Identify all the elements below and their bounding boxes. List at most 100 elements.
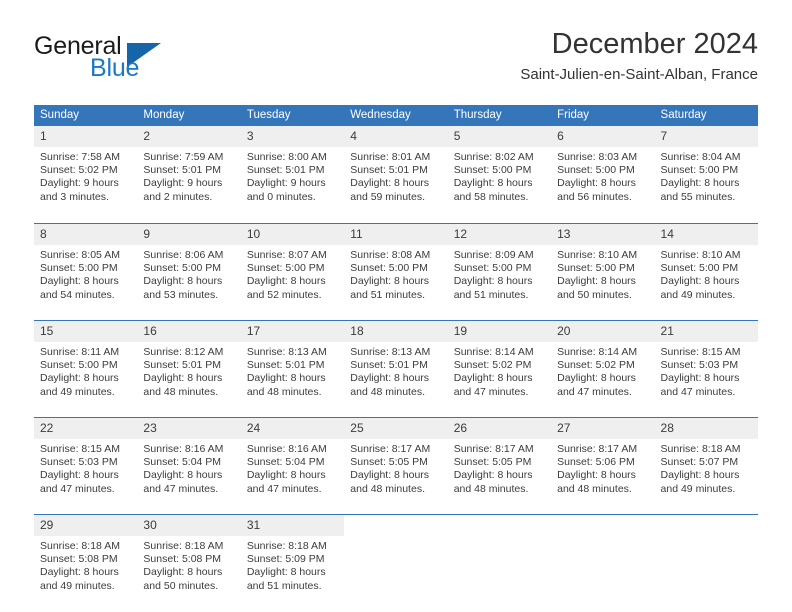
day-number: 26 [447,418,552,439]
day-cell-content [551,514,655,598]
calendar-header-row: Sunday Monday Tuesday Wednesday Thursday Frid… [34,105,758,126]
calendar-day-cell[interactable]: 29 Sunrise: 8:18 AM Sunset: 5:08 PM Dayli… [34,514,138,598]
day-number: 29 [34,515,138,536]
day-sun-info: Sunrise: 8:16 AM Sunset: 5:04 PM Dayligh… [246,443,327,495]
calendar-day-cell[interactable]: 22 Sunrise: 8:15 AM Sunset: 5:03 PM Dayli… [34,417,138,501]
day-sun-info [551,536,654,540]
day-sun-info: Sunrise: 8:12 AM Sunset: 5:01 PM Dayligh… [143,346,224,398]
week-spacer-cell [34,501,758,514]
day-sun-info: Sunrise: 8:06 AM Sunset: 5:00 PM Dayligh… [143,249,224,301]
day-cell-content: 25 Sunrise: 8:17 AM Sunset: 5:05 PM Dayli… [344,417,448,501]
day-cell-content [447,514,552,598]
day-cell-content: 10 Sunrise: 8:07 AM Sunset: 5:00 PM Dayli… [240,223,345,307]
calendar-day-cell[interactable]: 13 Sunrise: 8:10 AM Sunset: 5:00 PM Dayli… [551,223,655,307]
day-cell-content: 19 Sunrise: 8:14 AM Sunset: 5:02 PM Dayli… [447,320,552,404]
calendar-day-cell[interactable]: 4 Sunrise: 8:01 AM Sunset: 5:01 PM Daylig… [344,126,448,210]
calendar-day-cell[interactable]: 3 Sunrise: 8:00 AM Sunset: 5:01 PM Daylig… [240,126,345,210]
calendar-day-cell[interactable]: 1 Sunrise: 7:58 AM Sunset: 5:02 PM Daylig… [34,126,138,210]
week-spacer-cell [34,210,758,223]
day-sun-info: Sunrise: 7:59 AM Sunset: 5:01 PM Dayligh… [143,151,224,203]
calendar-day-cell[interactable]: 8 Sunrise: 8:05 AM Sunset: 5:00 PM Daylig… [34,223,138,307]
day-number: 27 [551,418,655,439]
calendar-day-cell[interactable]: 5 Sunrise: 8:02 AM Sunset: 5:00 PM Daylig… [447,126,552,210]
day-sun-info: Sunrise: 8:14 AM Sunset: 5:02 PM Dayligh… [557,346,638,398]
day-cell-content: 11 Sunrise: 8:08 AM Sunset: 5:00 PM Dayli… [344,223,448,307]
day-number: 24 [240,418,345,439]
week-spacer [34,210,758,223]
day-number: 28 [654,418,758,439]
week-spacer-cell [34,404,758,417]
calendar-day-cell[interactable]: 20 Sunrise: 8:14 AM Sunset: 5:02 PM Dayli… [551,320,655,404]
day-sun-info [344,536,447,540]
day-cell-content: 21 Sunrise: 8:15 AM Sunset: 5:03 PM Dayli… [654,320,758,404]
calendar-week-row: 22 Sunrise: 8:15 AM Sunset: 5:03 PM Dayli… [34,417,758,501]
day-sun-info: Sunrise: 8:14 AM Sunset: 5:02 PM Dayligh… [453,346,534,398]
calendar-day-cell[interactable]: 11 Sunrise: 8:08 AM Sunset: 5:00 PM Dayli… [344,223,448,307]
calendar-day-cell[interactable]: 30 Sunrise: 8:18 AM Sunset: 5:08 PM Dayli… [137,514,241,598]
day-cell-content: 27 Sunrise: 8:17 AM Sunset: 5:06 PM Dayli… [551,417,655,501]
day-number: 14 [654,224,758,245]
calendar-day-cell[interactable]: 28 Sunrise: 8:18 AM Sunset: 5:07 PM Dayli… [654,417,758,501]
day-sun-info: Sunrise: 8:05 AM Sunset: 5:00 PM Dayligh… [40,249,120,301]
weekday-header-sunday: Sunday [34,105,138,126]
day-sun-info [655,536,758,540]
calendar-body: 1 Sunrise: 7:58 AM Sunset: 5:02 PM Daylig… [34,126,758,598]
calendar-day-cell[interactable]: 14 Sunrise: 8:10 AM Sunset: 5:00 PM Dayli… [654,223,758,307]
calendar-day-cell[interactable]: 23 Sunrise: 8:16 AM Sunset: 5:04 PM Dayli… [137,417,241,501]
general-blue-logo: General Blue [34,32,214,88]
day-number: 9 [137,224,241,245]
calendar-empty-cell [654,514,758,598]
day-number: 10 [240,224,345,245]
day-number [654,515,758,536]
day-sun-info: Sunrise: 8:04 AM Sunset: 5:00 PM Dayligh… [660,151,741,203]
day-cell-content: 26 Sunrise: 8:17 AM Sunset: 5:05 PM Dayli… [447,417,552,501]
weekday-header-saturday: Saturday [654,105,758,126]
calendar-day-cell[interactable]: 31 Sunrise: 8:18 AM Sunset: 5:09 PM Dayli… [240,514,345,598]
calendar-week-row: 1 Sunrise: 7:58 AM Sunset: 5:02 PM Daylig… [34,126,758,210]
calendar-table: Sunday Monday Tuesday Wednesday Thursday Frid… [34,105,758,598]
day-number: 19 [447,321,552,342]
calendar-day-cell[interactable]: 18 Sunrise: 8:13 AM Sunset: 5:01 PM Dayli… [344,320,448,404]
week-spacer [34,307,758,320]
calendar-day-cell[interactable]: 25 Sunrise: 8:17 AM Sunset: 5:05 PM Dayli… [344,417,448,501]
calendar-empty-cell [447,514,552,598]
day-number: 3 [240,126,345,147]
day-cell-content: 4 Sunrise: 8:01 AM Sunset: 5:01 PM Daylig… [344,126,448,210]
day-cell-content: 6 Sunrise: 8:03 AM Sunset: 5:00 PM Daylig… [551,126,655,210]
calendar-day-cell[interactable]: 6 Sunrise: 8:03 AM Sunset: 5:00 PM Daylig… [551,126,655,210]
day-number [551,515,655,536]
calendar-day-cell[interactable]: 17 Sunrise: 8:13 AM Sunset: 5:01 PM Dayli… [240,320,345,404]
day-sun-info: Sunrise: 8:10 AM Sunset: 5:00 PM Dayligh… [557,249,638,301]
day-cell-content: 24 Sunrise: 8:16 AM Sunset: 5:04 PM Dayli… [240,417,345,501]
day-number: 25 [344,418,448,439]
calendar-day-cell[interactable]: 24 Sunrise: 8:16 AM Sunset: 5:04 PM Dayli… [240,417,345,501]
calendar-day-cell[interactable]: 27 Sunrise: 8:17 AM Sunset: 5:06 PM Dayli… [551,417,655,501]
calendar-page: General Blue December 2024 Saint-Julien-… [0,0,792,612]
day-number: 31 [240,515,345,536]
calendar-day-cell[interactable]: 9 Sunrise: 8:06 AM Sunset: 5:00 PM Daylig… [137,223,241,307]
day-sun-info: Sunrise: 8:11 AM Sunset: 5:00 PM Dayligh… [40,346,120,398]
week-spacer [34,501,758,514]
day-cell-content: 1 Sunrise: 7:58 AM Sunset: 5:02 PM Daylig… [34,126,138,210]
day-number: 12 [447,224,552,245]
day-cell-content: 22 Sunrise: 8:15 AM Sunset: 5:03 PM Dayli… [34,417,138,501]
day-number: 18 [344,321,448,342]
calendar-day-cell[interactable]: 16 Sunrise: 8:12 AM Sunset: 5:01 PM Dayli… [137,320,241,404]
day-sun-info: Sunrise: 8:13 AM Sunset: 5:01 PM Dayligh… [246,346,327,398]
calendar-day-cell[interactable]: 2 Sunrise: 7:59 AM Sunset: 5:01 PM Daylig… [137,126,241,210]
day-cell-content: 31 Sunrise: 8:18 AM Sunset: 5:09 PM Dayli… [240,514,345,598]
weekday-header-tuesday: Tuesday [240,105,345,126]
day-number: 20 [551,321,655,342]
calendar-day-cell[interactable]: 15 Sunrise: 8:11 AM Sunset: 5:00 PM Dayli… [34,320,138,404]
calendar-day-cell[interactable]: 19 Sunrise: 8:14 AM Sunset: 5:02 PM Dayli… [447,320,552,404]
day-sun-info: Sunrise: 8:18 AM Sunset: 5:07 PM Dayligh… [660,443,741,495]
day-sun-info: Sunrise: 8:01 AM Sunset: 5:01 PM Dayligh… [350,151,431,203]
calendar-day-cell[interactable]: 10 Sunrise: 8:07 AM Sunset: 5:00 PM Dayli… [240,223,345,307]
calendar-day-cell[interactable]: 12 Sunrise: 8:09 AM Sunset: 5:00 PM Dayli… [447,223,552,307]
calendar-empty-cell [551,514,655,598]
week-spacer-cell [34,307,758,320]
calendar-day-cell[interactable]: 26 Sunrise: 8:17 AM Sunset: 5:05 PM Dayli… [447,417,552,501]
day-sun-info: Sunrise: 8:03 AM Sunset: 5:00 PM Dayligh… [557,151,638,203]
calendar-day-cell[interactable]: 21 Sunrise: 8:15 AM Sunset: 5:03 PM Dayli… [654,320,758,404]
calendar-day-cell[interactable]: 7 Sunrise: 8:04 AM Sunset: 5:00 PM Daylig… [654,126,758,210]
